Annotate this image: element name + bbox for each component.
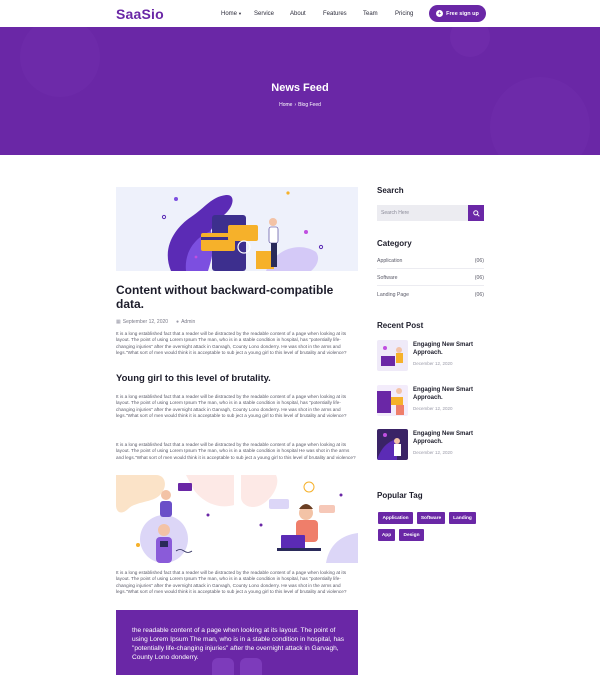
recent-post-thumbnail[interactable] (377, 429, 408, 460)
tag-software[interactable]: Software (417, 512, 445, 524)
payment-illustration (161, 191, 324, 271)
recent-post-thumbnail[interactable] (377, 385, 408, 416)
post-subtitle: Young girl to this level of brutality. (116, 373, 271, 384)
tag-design[interactable]: Design (399, 529, 424, 541)
divider (377, 285, 484, 286)
post-paragraph: It is a long established fact that a rea… (116, 331, 347, 356)
nav-home-label[interactable]: Home (221, 11, 237, 17)
category-item[interactable]: Landing Page (06) (377, 292, 484, 298)
category-name[interactable]: Application (377, 258, 402, 264)
search-icon (472, 209, 480, 217)
nav-features[interactable]: Features (323, 11, 347, 17)
recent-post-heading: Recent Post (377, 321, 424, 330)
category-count: (06) (474, 292, 484, 298)
breadcrumb-home[interactable]: Home (279, 102, 292, 108)
post-hero-image (116, 187, 358, 271)
user-plus-icon: + (436, 10, 444, 17)
category-item[interactable]: Software (06) (377, 275, 484, 281)
category-count: (06) (474, 258, 484, 264)
post-paragraph: It is a long established fact that a rea… (116, 394, 347, 419)
blockquote: the readable content of a page when look… (116, 610, 358, 675)
post-paragraph: It is a long established fact that a rea… (116, 570, 347, 595)
recent-post-date: December 12, 2020 (413, 406, 453, 411)
category-heading: Category (377, 239, 412, 248)
search-input[interactable]: Search Here (377, 205, 468, 221)
page-banner: News Feed Home › Blog Feed (0, 27, 600, 155)
recent-post-title[interactable]: Engaging New Smart Approach. (413, 386, 485, 402)
category-count: (06) (474, 275, 484, 281)
nav-about[interactable]: About (290, 11, 306, 17)
breadcrumb-current: Blog Feed (298, 102, 321, 108)
nav-team[interactable]: Team (363, 11, 378, 17)
post-paragraph: It is a long established fact that a rea… (116, 442, 356, 460)
search-heading: Search (377, 186, 404, 195)
nav-service[interactable]: Service (254, 11, 274, 17)
post-image-photographer (116, 475, 234, 563)
logo[interactable]: SaaSio (116, 6, 164, 22)
recent-post-date: December 12, 2020 (413, 450, 453, 455)
recent-post-title[interactable]: Engaging New Smart Approach. (413, 430, 485, 446)
category-name[interactable]: Landing Page (377, 292, 409, 298)
quote-author: -James Cook (16, 664, 51, 670)
recent-post-thumbnail[interactable] (377, 340, 408, 371)
signup-label: Free sign up (446, 10, 479, 17)
chevron-right-icon: › (294, 102, 297, 108)
page-title: News Feed (271, 82, 329, 94)
post-date: ▦ September 12, 2020 (116, 319, 168, 325)
post-author[interactable]: ● Admin (176, 319, 195, 325)
quote-text: the readable content of a page when look… (132, 627, 345, 661)
free-signup-button[interactable]: + Free sign up (429, 5, 486, 22)
breadcrumb: Home › Blog Feed (0, 102, 600, 108)
tag-landing[interactable]: Landing (449, 512, 476, 524)
post-author-text[interactable]: Admin (181, 319, 195, 325)
post-image-laptop-man (241, 475, 358, 563)
top-navbar: SaaSio Home▼ Service About Features Team… (0, 0, 600, 27)
user-icon: ● (176, 319, 180, 325)
nav-home[interactable]: Home▼ (221, 11, 242, 17)
chevron-down-icon: ▼ (238, 11, 242, 16)
calendar-icon: ▦ (116, 319, 121, 325)
popular-tag-heading: Popular Tag (377, 491, 423, 500)
divider (377, 268, 484, 269)
tag-application[interactable]: Application (378, 512, 413, 524)
recent-post-date: December 12, 2020 (413, 361, 453, 366)
tag-app[interactable]: App (378, 529, 395, 541)
post-meta: ▦ September 12, 2020 ● Admin (116, 319, 195, 325)
category-name[interactable]: Software (377, 275, 397, 281)
nav-pricing[interactable]: Pricing (395, 11, 413, 17)
post-date-text: September 12, 2020 (122, 319, 169, 325)
recent-post-title[interactable]: Engaging New Smart Approach. (413, 341, 485, 357)
category-item[interactable]: Application (06) (377, 258, 484, 264)
post-title: Content without backward-compatible data… (116, 283, 334, 311)
search-button[interactable] (468, 205, 484, 221)
